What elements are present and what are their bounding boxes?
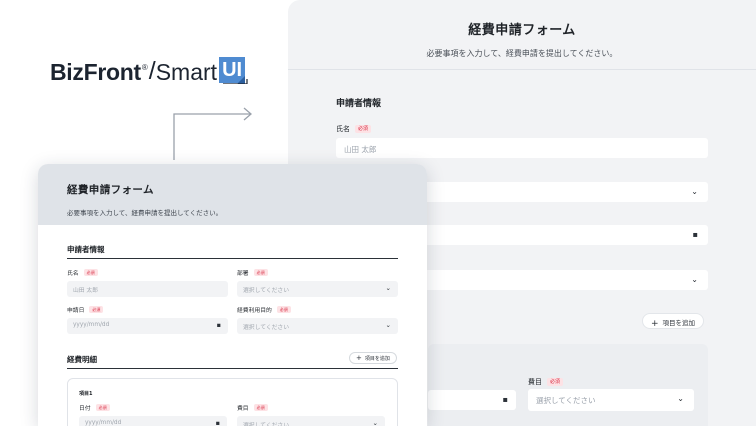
expense-type-label-text: 費目 xyxy=(237,406,249,412)
logo-slash: / xyxy=(148,57,156,85)
form-title: 経費申請フォーム xyxy=(67,184,154,196)
item-date-label: 日付 必須 xyxy=(79,403,110,412)
form-subtitle: 必要事項を入力して、経費申請を提出してください。 xyxy=(67,209,223,217)
chevron-down-icon: ⌄ xyxy=(677,394,684,403)
logo-ui-mark: UI xyxy=(219,57,249,84)
required-badge: 必須 xyxy=(83,269,98,276)
department-select[interactable]: 選択してください ⌄ xyxy=(237,281,398,297)
logo-smart-text: Smart xyxy=(155,59,218,85)
name-label: 氏名 必須 xyxy=(67,268,98,277)
details-section-title: 経費明細 xyxy=(67,355,97,364)
required-badge: 必須 xyxy=(276,306,291,313)
required-badge: 必須 xyxy=(89,306,104,313)
logo-registered-mark: ® xyxy=(141,63,148,72)
bizfront-smartui-logo: BizFront ® / Smart UI xyxy=(50,52,249,86)
department-placeholder: 選択してください xyxy=(243,288,290,294)
required-badge: 必須 xyxy=(253,404,268,411)
item-title: 項目1 xyxy=(79,391,93,397)
name-input-placeholder: 山田 太郎 xyxy=(73,288,99,294)
purpose-placeholder: 選択してください xyxy=(243,325,290,331)
expense-type-select[interactable]: 選択してください ⌄ xyxy=(237,416,385,426)
calendar-icon: ▪ xyxy=(215,419,220,426)
item-date-input[interactable]: ▪ xyxy=(428,390,516,410)
item-card xyxy=(428,344,708,426)
date-label-text: 申請日 xyxy=(67,308,85,314)
add-item-button[interactable]: + 項目を追加 xyxy=(349,352,397,364)
date-input[interactable]: yyyy/mm/dd ▪ xyxy=(67,318,228,334)
form-header: 経費申請フォーム 必要事項を入力して、経費申請を提出してください。 xyxy=(38,164,427,225)
logo-fold-icon xyxy=(223,76,248,84)
name-label-text: 氏名 xyxy=(67,271,79,277)
logo-bizfront-text: BizFront xyxy=(50,59,141,85)
required-badge: 必須 xyxy=(95,404,110,411)
expense-form-small: 経費申請フォーム 必要事項を入力して、経費申請を提出してください。 申請者情報 … xyxy=(38,164,427,426)
item-date-placeholder: yyyy/mm/dd xyxy=(85,420,122,426)
required-badge: 必須 xyxy=(547,378,564,386)
chevron-down-icon: ⌄ xyxy=(385,321,391,329)
section-divider xyxy=(67,368,398,369)
required-badge: 必須 xyxy=(253,269,268,276)
expense-type-label: 費目 必須 xyxy=(237,403,268,412)
add-item-label: 項目を追加 xyxy=(364,356,390,362)
date-placeholder: yyyy/mm/dd xyxy=(73,322,110,328)
date-label: 申請日 必須 xyxy=(67,305,104,314)
expense-type-select[interactable]: 選択してください ⌄ xyxy=(528,389,694,411)
calendar-icon: ▪ xyxy=(502,395,508,404)
chevron-down-icon: ⌄ xyxy=(385,284,391,292)
expense-type-label-text: 費目 xyxy=(528,378,542,386)
item-date-input[interactable]: yyyy/mm/dd ▪ xyxy=(79,416,227,426)
applicant-section-title: 申請者情報 xyxy=(67,245,105,254)
expense-type-label: 費目 必須 xyxy=(528,377,564,387)
calendar-icon: ▪ xyxy=(216,321,221,329)
expense-type-placeholder: 選択してください xyxy=(536,396,596,405)
purpose-label: 経費利用目的 必須 xyxy=(237,305,291,314)
connector-arrow-icon xyxy=(173,107,252,160)
department-label: 部署 必須 xyxy=(237,268,268,277)
purpose-select[interactable]: 選択してください ⌄ xyxy=(237,318,398,334)
section-divider xyxy=(67,258,398,259)
plus-icon: + xyxy=(356,354,362,362)
item-date-label-text: 日付 xyxy=(79,406,91,412)
purpose-label-text: 経費利用目的 xyxy=(237,308,272,314)
department-label-text: 部署 xyxy=(237,271,249,277)
name-input[interactable]: 山田 太郎 xyxy=(67,281,228,297)
chevron-down-icon: ⌄ xyxy=(372,419,378,426)
